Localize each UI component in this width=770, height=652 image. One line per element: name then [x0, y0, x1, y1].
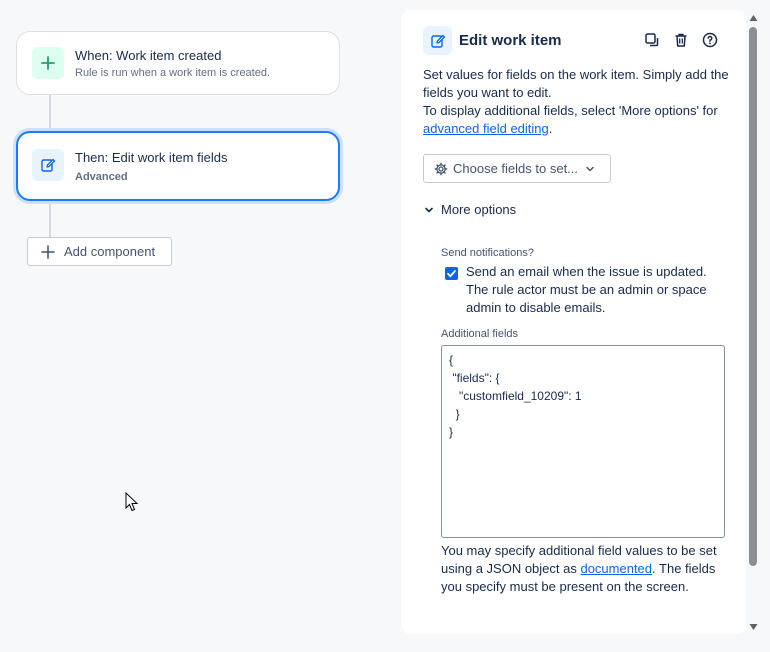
connector-line — [49, 95, 51, 132]
send-email-checkbox[interactable] — [445, 267, 458, 280]
chevron-down-icon — [423, 204, 435, 216]
chevron-down-icon — [584, 163, 596, 175]
choose-fields-label: Choose fields to set... — [453, 161, 579, 176]
panel-title: Edit work item — [459, 32, 562, 49]
more-options-label: More options — [441, 202, 517, 217]
scrollbar-thumb[interactable] — [749, 27, 757, 566]
help-icon — [702, 32, 718, 48]
action-node[interactable]: Then: Edit work item fields Advanced — [16, 131, 340, 201]
add-component-label: Add component — [64, 244, 156, 259]
scroll-up-arrow[interactable] — [748, 13, 758, 23]
action-subtitle: Advanced — [75, 171, 128, 183]
panel-header-icon-box — [423, 26, 452, 55]
more-options-toggle[interactable]: More options — [423, 202, 516, 217]
gear-icon — [434, 162, 448, 176]
choose-fields-dropdown[interactable]: Choose fields to set... — [423, 154, 611, 183]
panel-description: Set values for fields on the work item. … — [423, 66, 733, 138]
description-prefix: To display additional fields, select 'Mo… — [423, 103, 718, 118]
description-suffix: . — [548, 121, 553, 136]
additional-fields-textarea[interactable]: { "fields": { "customfield_10209": 1 } } — [441, 345, 725, 538]
additional-fields-help: You may specify additional field values … — [441, 542, 725, 596]
additional-fields-label: Additional fields — [441, 328, 519, 340]
advanced-field-editing-link[interactable]: advanced field editing — [423, 121, 549, 136]
trash-icon — [675, 33, 687, 47]
send-notifications-label: Send notifications? — [441, 247, 534, 259]
delete-button[interactable] — [671, 30, 691, 50]
duplicate-button[interactable] — [642, 30, 662, 50]
description-line-2: To display additional fields, select 'Mo… — [423, 102, 733, 138]
trigger-node[interactable]: When: Work item created Rule is run when… — [16, 31, 340, 95]
edit-icon — [41, 158, 56, 172]
action-title: Then: Edit work item fields — [75, 150, 228, 165]
help-button[interactable] — [700, 30, 720, 50]
triangle-down-icon — [749, 624, 757, 630]
connector-line — [49, 201, 51, 238]
mouse-cursor-icon — [125, 492, 139, 512]
edit-panel: Edit work item Set values for fields on … — [401, 10, 746, 634]
plus-icon — [41, 56, 55, 70]
add-component-button[interactable]: Add component — [27, 237, 172, 266]
trigger-icon-box — [32, 47, 64, 79]
copy-icon — [645, 33, 659, 47]
trigger-subtitle: Rule is run when a work item is created. — [75, 67, 271, 79]
send-email-text: Send an email when the issue is updated.… — [466, 264, 707, 315]
documented-link[interactable]: documented — [580, 561, 652, 576]
check-icon — [447, 270, 456, 278]
scroll-down-arrow[interactable] — [748, 622, 758, 632]
edit-icon — [430, 34, 445, 48]
description-line-1: Set values for fields on the work item. … — [423, 67, 729, 100]
trigger-title: When: Work item created — [75, 48, 222, 63]
plus-icon — [41, 244, 55, 259]
triangle-up-icon — [749, 15, 757, 21]
action-icon-box — [32, 149, 64, 181]
